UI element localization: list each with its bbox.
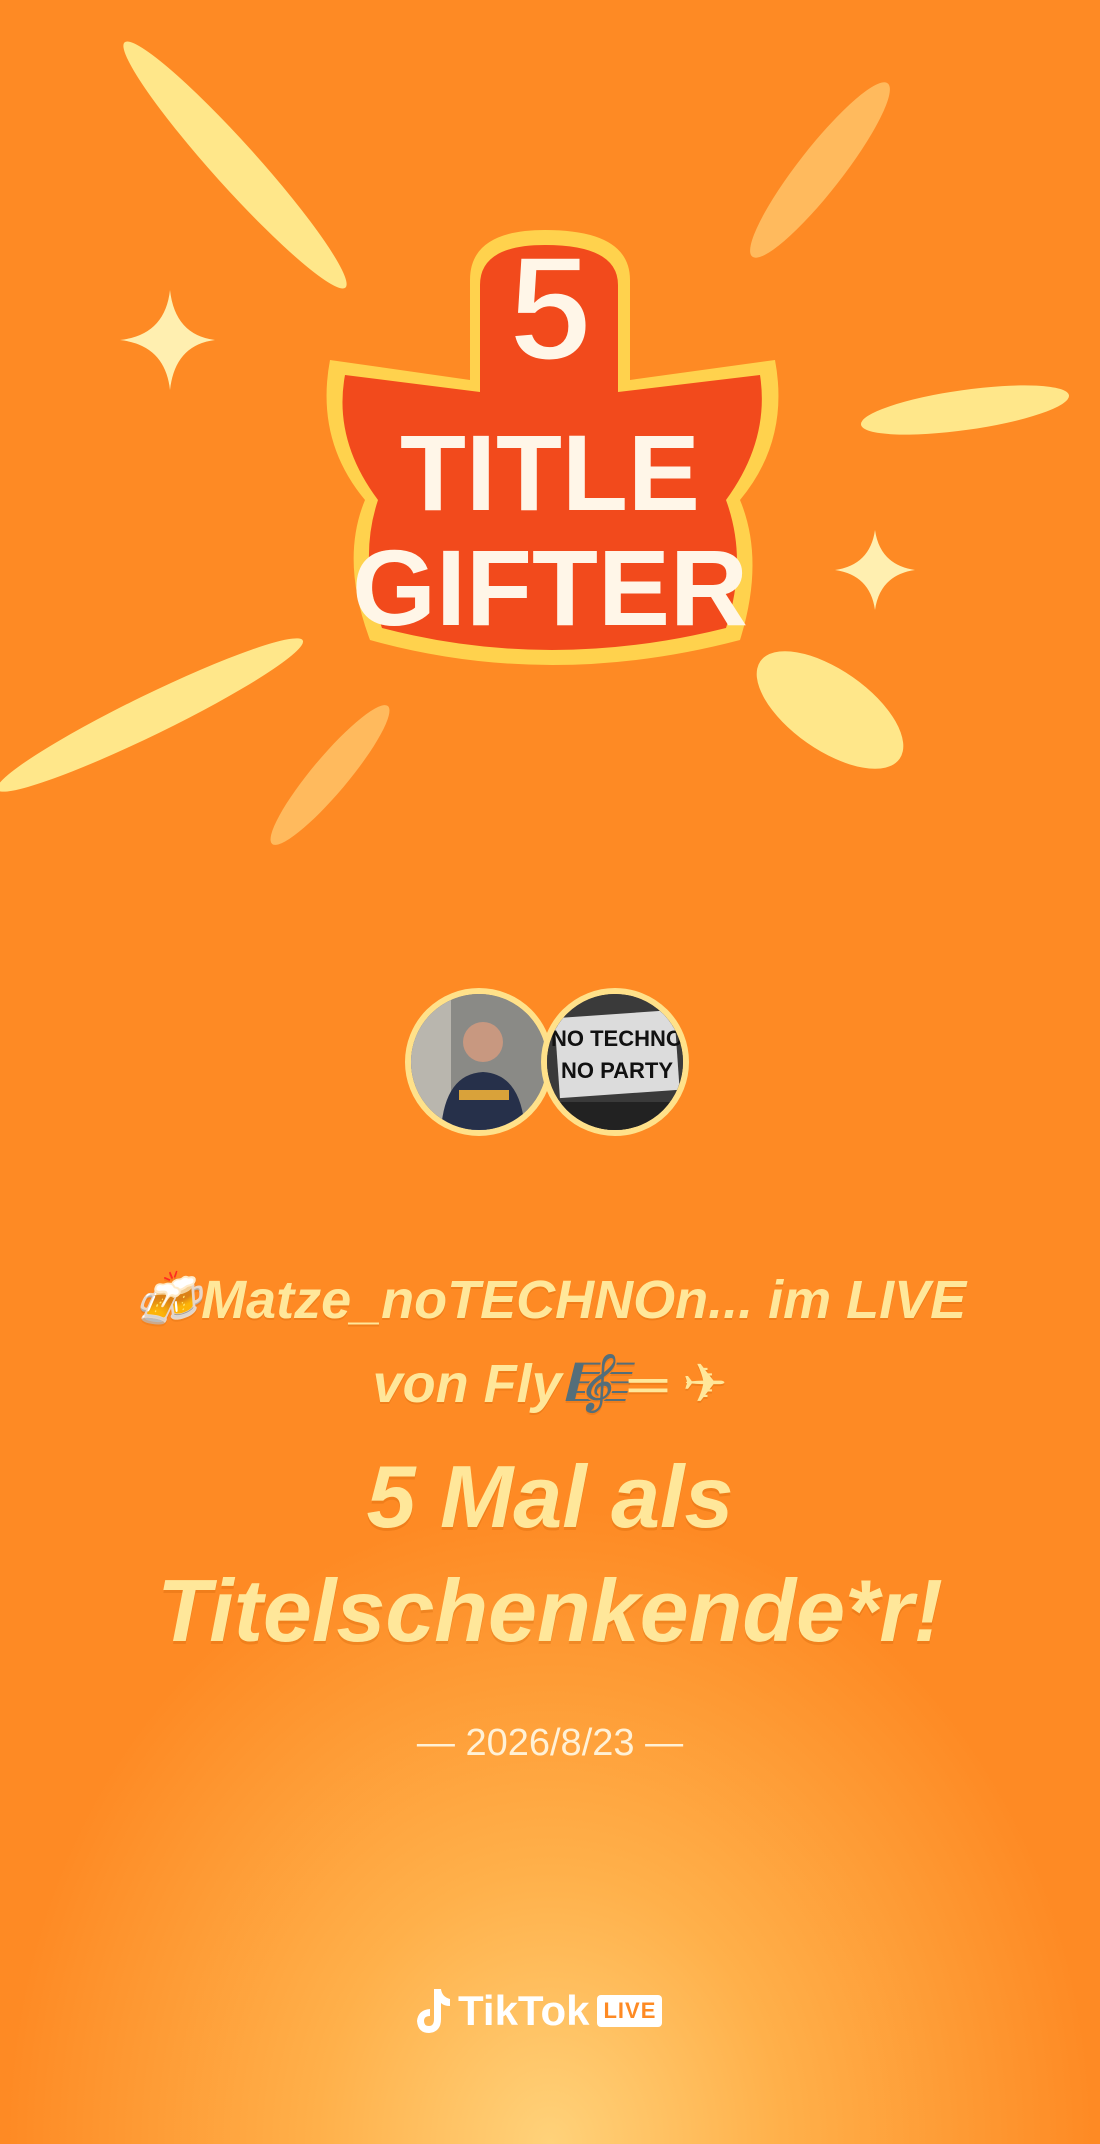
sign-text-2: NO PARTY [561,1058,673,1083]
badge-line2: GIFTER [352,527,748,648]
gifter-message-line2: von Fly🎼═ ✈ [372,1354,728,1414]
headline-line1: 5 Mal als [366,1447,734,1546]
person-icon [411,994,547,1130]
tiktok-note-icon [417,1989,450,2033]
sign-text-1: NO TECHNO [551,1026,683,1051]
sparkle-icon [835,530,915,610]
badge-number: 5 [508,224,591,392]
ray [123,41,347,289]
sign-photo: NO TECHNO NO PARTY [547,994,683,1130]
ray [756,651,904,769]
tiktok-wordmark: TikTok [458,1987,590,2034]
host-avatar[interactable] [405,988,553,1136]
live-tag: LIVE [597,1995,663,2027]
avatar-pair: NO TECHNO NO PARTY [405,988,695,1148]
beer-emoji: 🍻 [133,1270,202,1330]
title-gifter-badge: 5 TITLE GIFTER [0,41,1070,845]
gifter-message-line1: Matze_noTECHNOn... im LIVE [201,1270,967,1330]
ray [860,385,1070,435]
tiktok-live-logo: TikTok LIVE [412,1976,663,2046]
headline-line2: Titelschenkende*r! [157,1561,943,1660]
sparkle-icon [120,290,215,390]
ray [0,638,304,792]
badge-line1: TITLE [400,412,700,533]
gifter-message: 🍻Matze_noTECHNOn... im LIVE von Fly🎼═ ✈ [0,1258,1100,1426]
ray [270,705,390,845]
gifter-avatar[interactable]: NO TECHNO NO PARTY [541,988,689,1136]
award-date: — 2026/8/23 — [416,1722,684,1764]
headline: 5 Mal als Titelschenkende*r! [0,1440,1100,1668]
ray [750,82,890,258]
